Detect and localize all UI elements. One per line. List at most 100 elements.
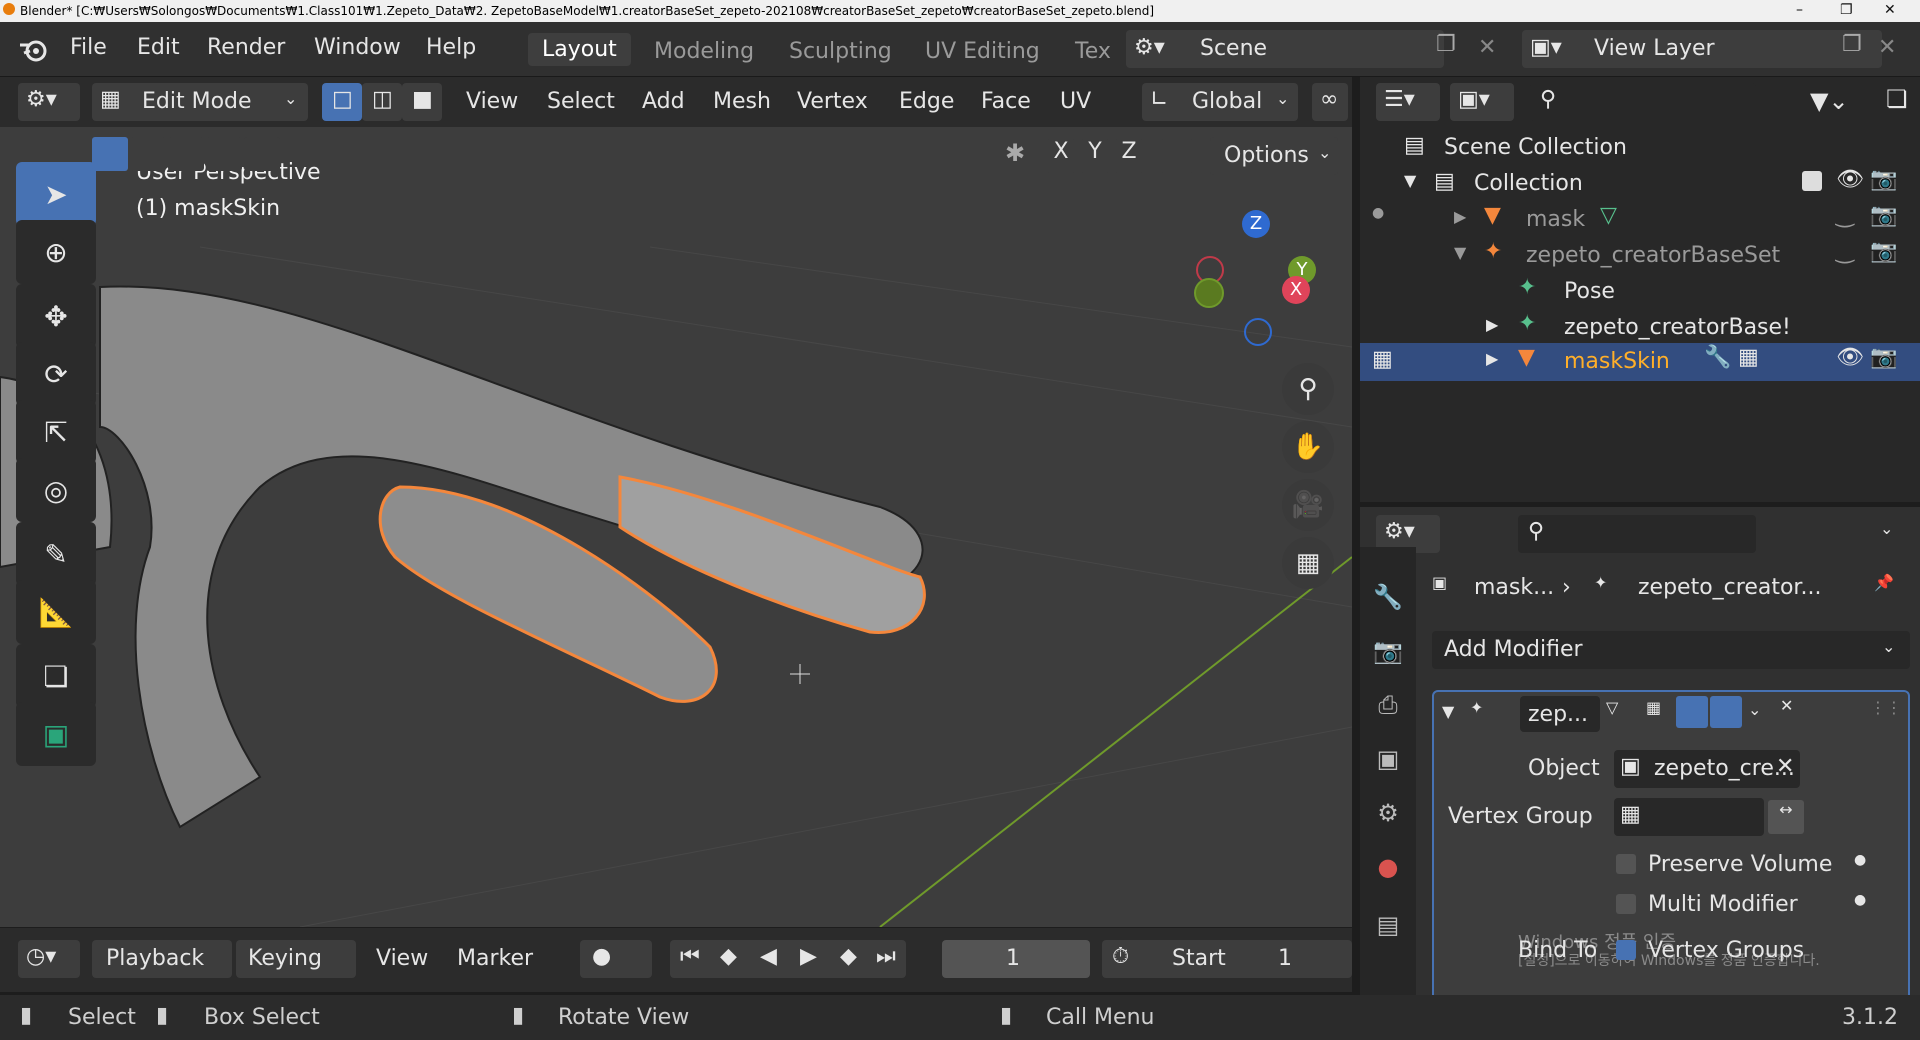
timeline-menu-marker[interactable]: Marker [457,946,533,971]
camera-icon[interactable]: 📷 [1870,345,1897,370]
eye-icon[interactable]: 👁 [1836,167,1864,192]
keyframe-dot-icon[interactable]: ● [1854,892,1866,908]
expand-arrow-icon[interactable]: ▼ [1454,243,1466,262]
expand-arrow-icon[interactable]: ▶ [1454,207,1466,226]
mirror-z-toggle[interactable]: Z [1114,139,1144,173]
navigation-gizmo[interactable]: Z Y X [1186,200,1326,350]
select-intersect-icon[interactable] [244,137,280,171]
keying-dropdown[interactable]: Keying [236,940,356,978]
cage-toggle-icon[interactable]: ▦ [1646,698,1661,717]
eye-closed-icon[interactable]: ‿ [1836,203,1854,228]
pan-button[interactable]: ✋ [1282,421,1334,473]
invert-vertex-group-icon[interactable]: ↔ [1768,800,1804,834]
edge-select-mode-button[interactable]: ◫ [362,83,402,121]
menu-mesh[interactable]: Mesh [713,89,771,114]
keyframe-dot-icon[interactable]: ● [1854,852,1866,868]
edit-mode-toggle-icon[interactable]: ▽ [1606,698,1618,717]
mirror-x-toggle[interactable]: X [1046,139,1076,173]
face-select-mode-button[interactable]: ■ [402,83,442,121]
properties-search-input[interactable]: ⚲ [1518,515,1756,553]
camera-icon[interactable]: 📷 [1870,239,1897,264]
chevron-down-icon[interactable]: ⌄ [1880,519,1893,538]
chevron-down-icon[interactable]: ⌄ [1748,700,1761,719]
display-mode-button[interactable]: ▣▾ [1450,83,1514,121]
view-layer-tab-icon[interactable]: ▣ [1368,739,1408,779]
output-tab-icon[interactable]: ⎙ [1368,685,1408,725]
add-modifier-dropdown[interactable]: Add Modifier ⌄ [1432,631,1910,669]
world-tab-icon[interactable]: ● [1368,847,1408,887]
new-collection-icon[interactable]: ❏ [1886,85,1908,113]
gizmo-z[interactable]: Z [1242,210,1270,238]
menu-window[interactable]: Window [314,35,401,60]
annotate-tool-button[interactable]: ✎ [16,522,96,586]
expand-arrow-icon[interactable]: ▶ [1486,349,1498,368]
gizmo-neg-y[interactable] [1194,278,1224,308]
playback-dropdown[interactable]: Playback [92,940,232,978]
auto-merge-icon[interactable] [1160,139,1194,173]
menu-face[interactable]: Face [981,89,1031,114]
minimize-button[interactable]: – [1796,2,1803,18]
menu-help[interactable]: Help [426,35,476,60]
cursor-tool-button[interactable]: ⊕ [16,220,96,284]
start-frame-field[interactable]: ⏱ Start 1 [1102,940,1352,978]
filter-icon[interactable]: ▼⌄ [1810,87,1849,115]
measure-tool-button[interactable]: 📐 [16,580,96,644]
realtime-toggle-icon[interactable] [1676,696,1708,728]
vertex-group-field[interactable]: ▦ [1614,798,1764,836]
collapse-arrow-icon[interactable]: ▼ [1442,702,1454,721]
jump-end-icon[interactable]: ⏭ [876,944,896,969]
tab-sculpting[interactable]: Sculpting [789,39,892,64]
view-layer-close-icon[interactable]: ✕ [1878,35,1896,60]
add-cube-tool-button[interactable]: ❏ [16,644,96,708]
tool-tab-icon[interactable]: 🔧 [1368,577,1408,617]
menu-vertex[interactable]: Vertex [797,89,868,114]
editor-type-button[interactable]: ⚙▾ [18,83,80,121]
select-extend-icon[interactable] [130,137,166,171]
scene-tab-icon[interactable]: ⚙ [1368,793,1408,833]
outliner-row-selected[interactable]: ▦ ▶ ▼ maskSkin 🔧 ▦ 👁 📷 [1360,343,1920,381]
jump-start-icon[interactable]: ⏮ [680,944,700,969]
timeline-editor-type-button[interactable]: ◷▾ [18,940,80,978]
tab-modeling[interactable]: Modeling [654,39,754,64]
modifier-name-field[interactable]: zep... [1520,696,1600,732]
camera-icon[interactable]: 📷 [1870,203,1897,228]
close-icon[interactable]: ✕ [1780,696,1793,715]
clear-icon[interactable]: ✕ [1776,754,1794,779]
vertex-select-mode-button[interactable]: □ [322,83,362,121]
scale-tool-button[interactable]: ⇱ [16,400,96,464]
close-button[interactable]: ✕ [1884,2,1896,18]
render-toggle-icon[interactable] [1710,696,1742,728]
gizmo-neg-z[interactable] [1244,318,1272,346]
eye-icon[interactable]: 👁 [1836,345,1864,370]
transform-orientation-dropdown[interactable]: ∟ Global ⌄ [1142,83,1298,121]
current-frame-field[interactable]: 1 [942,940,1090,978]
zoom-button[interactable]: ⚲ [1282,363,1334,415]
collection-tab-icon[interactable]: ▤ [1368,905,1408,945]
view-layer-selector[interactable]: ▣▾ View Layer ❐ [1522,30,1882,68]
outliner-row[interactable]: ▼ ✦ zepeto_creatorBaseSet ‿ 📷 [1360,237,1920,275]
edit-mode-icon[interactable]: ▦ [1372,347,1393,372]
eye-closed-icon[interactable]: ‿ [1836,239,1854,264]
multi-modifier-checkbox[interactable] [1616,894,1636,914]
blender-logo-icon[interactable] [18,35,50,63]
pin-icon[interactable]: 📌 [1874,573,1894,592]
outliner-row[interactable]: ▤ Scene Collection [1360,129,1920,167]
checkbox-icon[interactable] [1802,171,1822,191]
preserve-volume-checkbox[interactable] [1616,854,1636,874]
scene-close-icon[interactable]: ✕ [1478,35,1496,60]
outliner-row[interactable]: ▶ ✦ zepeto_creatorBase! [1360,309,1920,347]
select-box-tool-button[interactable]: ➤ [16,162,96,226]
tab-uv-editing[interactable]: UV Editing [925,39,1040,64]
rotate-tool-button[interactable]: ⟳ [16,342,96,406]
menu-view[interactable]: View [466,89,518,114]
outliner-row[interactable]: ✦ Pose [1360,273,1920,311]
select-new-icon[interactable] [92,137,128,171]
select-subtract-icon[interactable] [168,137,204,171]
maximize-button[interactable]: ❐ [1840,2,1853,18]
scene-selector[interactable]: ⚙▾ Scene ❐ [1126,30,1456,68]
render-tab-icon[interactable]: 📷 [1368,631,1408,671]
play-icon[interactable]: ▶ [800,944,817,969]
camera-icon[interactable]: 📷 [1870,167,1897,192]
gizmo-x[interactable]: X [1282,276,1310,304]
tab-texture-paint[interactable]: Tex [1075,39,1111,64]
